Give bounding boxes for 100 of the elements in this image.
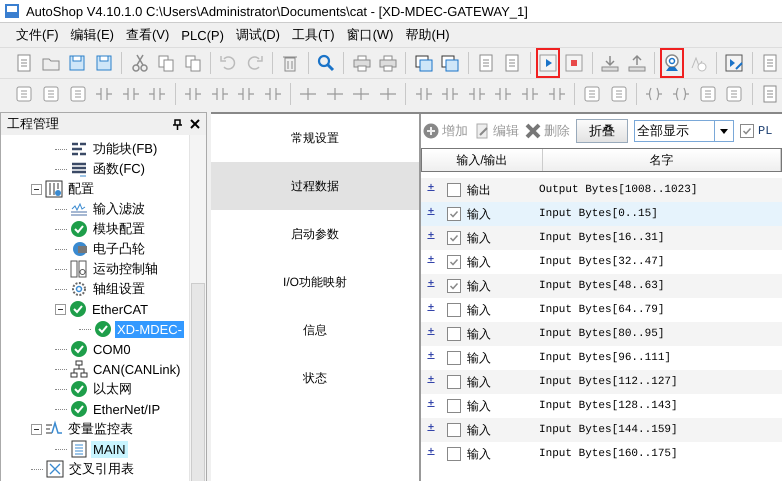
close-icon[interactable] — [190, 118, 200, 128]
table-row[interactable]: 输入 Input Bytes[96..111] — [421, 346, 782, 370]
checkmark-icon — [449, 257, 459, 267]
table-row[interactable]: 输入 Input Bytes[144..159] — [421, 418, 782, 442]
side-tab[interactable]: 启动参数 — [211, 210, 419, 258]
pin-icon[interactable] — [173, 118, 182, 130]
expand-icon[interactable] — [427, 423, 435, 431]
checkbox[interactable] — [447, 399, 461, 413]
menu-item[interactable]: 编辑(E) — [64, 24, 120, 46]
checkbox[interactable] — [447, 255, 461, 269]
tree-item[interactable]: 以太网 — [91, 379, 134, 399]
table-row[interactable]: 输入 Input Bytes[16..31] — [421, 226, 782, 250]
tree-item[interactable]: EtherNet/IP — [91, 400, 162, 418]
checkbox[interactable] — [447, 303, 461, 317]
expand-icon[interactable] — [427, 255, 435, 263]
checkbox[interactable] — [447, 447, 461, 461]
tree-item[interactable]: 配置 — [66, 179, 96, 199]
column-header: 输入/输出 — [422, 149, 543, 171]
axis-icon — [70, 260, 88, 278]
side-tab[interactable]: I/O功能映射 — [211, 258, 419, 306]
expand-icon[interactable] — [427, 375, 435, 383]
menu-item[interactable]: 帮助(H) — [400, 24, 456, 46]
upload-icon — [626, 53, 647, 73]
table-cell-text: 输入 — [467, 278, 492, 294]
tree-item[interactable]: 交叉引用表 — [67, 459, 136, 479]
menu-item[interactable]: 工具(T) — [286, 24, 341, 46]
table-cell-text: 输入 — [467, 302, 492, 318]
table-row[interactable]: 输入 Input Bytes[112..127] — [421, 370, 782, 394]
table-row[interactable]: 输入 Input Bytes[128..143] — [421, 394, 782, 418]
table-cell: Input Bytes[64..79] — [539, 304, 664, 316]
expand-icon[interactable] — [427, 303, 435, 311]
table-cell: Input Bytes[16..31] — [539, 232, 664, 244]
tree-item[interactable]: 轴组设置 — [91, 279, 147, 299]
table-cell-text: 输入 — [467, 446, 492, 462]
tree-item[interactable]: COM0 — [91, 340, 133, 358]
window-icon — [440, 53, 460, 73]
save-icon — [67, 53, 88, 73]
expand-icon[interactable] — [427, 351, 435, 359]
table-row[interactable]: 输入 Input Bytes[64..79] — [421, 298, 782, 322]
expand-icon[interactable] — [427, 279, 435, 287]
expand-icon[interactable] — [427, 183, 435, 191]
checkbox[interactable] — [447, 351, 461, 365]
side-tab[interactable]: 常规设置 — [211, 114, 419, 162]
expand-icon[interactable] — [427, 399, 435, 407]
fc-icon — [70, 160, 88, 178]
copy-icon — [182, 53, 203, 73]
table-row[interactable]: 输入 Input Bytes[80..95] — [421, 322, 782, 346]
print-icon — [352, 53, 372, 73]
table-cell-text: 输入 — [467, 326, 492, 342]
menu-item[interactable]: 调试(D) — [230, 24, 286, 46]
checkbox[interactable] — [447, 375, 461, 389]
checkbox[interactable] — [740, 124, 754, 138]
side-tab[interactable]: 状态 — [211, 354, 419, 402]
checkbox[interactable] — [447, 183, 461, 197]
tree-item[interactable]: 电子凸轮 — [91, 239, 147, 259]
expand-icon[interactable] — [427, 327, 435, 335]
checkbox[interactable] — [447, 423, 461, 437]
table-row[interactable]: 输入 Input Bytes[160..175] — [421, 442, 782, 466]
table-cell: Input Bytes[32..47] — [539, 256, 664, 268]
tree-item[interactable]: 输入滤波 — [91, 199, 147, 219]
tree-item[interactable]: 函数(FC) — [91, 159, 147, 179]
table-row[interactable]: 输出 Output Bytes[1008..1023] — [421, 178, 782, 202]
table-row[interactable]: 输入 Input Bytes[0..15] — [421, 202, 782, 226]
tree-item[interactable]: 变量监控表 — [66, 419, 135, 439]
table-cell-text: 输入 — [467, 350, 492, 366]
tree-item[interactable]: EtherCAT — [90, 300, 150, 318]
caret-icon — [720, 128, 728, 134]
side-tab[interactable]: 过程数据 — [211, 162, 419, 210]
tree-item[interactable]: 功能块(FB) — [91, 139, 160, 159]
tree-item[interactable]: CAN(CANLink) — [91, 360, 182, 378]
collapse-toggle[interactable] — [31, 184, 42, 194]
tree-item[interactable]: 运动控制轴 — [91, 259, 160, 279]
cut-icon — [130, 53, 150, 73]
menu-item[interactable]: 文件(F) — [10, 24, 65, 46]
checkbox[interactable] — [447, 207, 461, 221]
scrollbar[interactable] — [189, 135, 206, 481]
expand-icon[interactable] — [427, 231, 435, 239]
table-row[interactable]: 输入 Input Bytes[32..47] — [421, 250, 782, 274]
menu-item[interactable]: 查看(V) — [120, 24, 176, 46]
tree-item[interactable]: 模块配置 — [91, 219, 147, 239]
cross-icon — [46, 460, 64, 478]
menu-item[interactable]: PLC(P) — [175, 26, 230, 44]
menu-item[interactable]: 窗口(W) — [340, 24, 400, 46]
collapse-toggle[interactable] — [31, 424, 42, 434]
collapse-toggle[interactable] — [55, 304, 66, 314]
tree-item[interactable]: MAIN — [91, 440, 128, 458]
expand-icon[interactable] — [427, 207, 435, 215]
expand-icon[interactable] — [427, 447, 435, 455]
checkbox[interactable] — [447, 279, 461, 293]
check-icon — [70, 380, 88, 398]
filter-dropdown[interactable]: 全部显示 — [634, 120, 734, 142]
close-icon — [525, 123, 541, 139]
side-tab[interactable]: 信息 — [211, 306, 419, 354]
search-icon — [316, 53, 336, 73]
checkbox[interactable] — [447, 327, 461, 341]
table-row[interactable]: 输入 Input Bytes[48..63] — [421, 274, 782, 298]
table-cell-text: 输入 — [467, 206, 492, 222]
collapse-button[interactable]: 折叠 — [576, 119, 628, 143]
checkbox[interactable] — [447, 231, 461, 245]
checkbox-label: PL — [758, 124, 772, 138]
